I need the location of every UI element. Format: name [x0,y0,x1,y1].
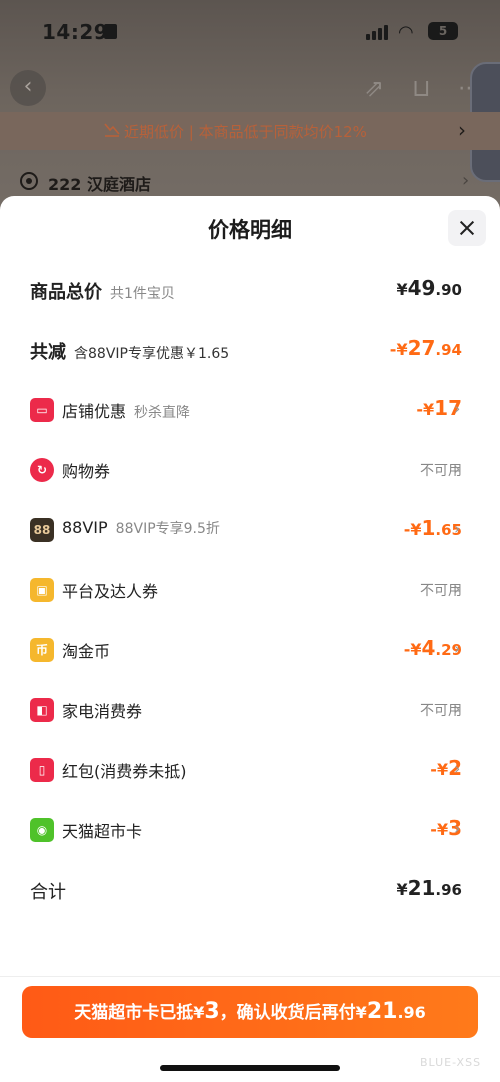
wifi-icon: ◠ [398,22,414,43]
location-pin-icon [20,172,38,190]
price-detail-sheet: 价格明细 商品总价 共1件宝贝 ¥49.90 共减 含88VIP专享优惠￥1.65 … [0,196,500,1082]
item-label: 88VIP 88VIP专享9.5折 [62,518,220,537]
summary-total-value: ¥49.90 [396,276,462,300]
pay-button[interactable]: 天猫超市卡已抵¥3，确认收货后再付¥21.96 [22,986,478,1038]
item-label: 店铺优惠 秒杀直降 [62,402,191,421]
tmall-card-icon: ◉ [30,818,54,842]
address-text: 222 汉庭酒店 [48,175,151,194]
signal-icon [366,24,390,40]
item-label: 红包(消费券未抵) [62,762,187,781]
item-row-coupon[interactable]: ↻ 购物券 不可用 › [0,444,500,494]
chevron-right-icon: › [454,399,461,418]
watermark: BLUE-XSS [420,1056,482,1069]
item-row-tmall-card[interactable]: ◉ 天猫超市卡 -¥3 › [0,804,500,854]
bottom-divider [0,976,500,977]
chevron-right-icon: › [454,639,461,658]
item-label: 淘金币 [62,642,111,661]
item-row-88vip[interactable]: 88 88VIP 88VIP专享9.5折 -¥1.65 › [0,504,500,554]
red-packet-icon: ▯ [30,758,54,782]
summary-discount-sub: 含88VIP专享优惠￥1.65 [74,346,230,362]
item-row-taojinbi[interactable]: 币 淘金币 -¥4.29 › [0,624,500,674]
vip88-icon: 88 [30,518,54,542]
summary-discount-label: 共减 含88VIP专享优惠￥1.65 [30,342,230,363]
item-label: 家电消费券 [62,702,143,721]
orientation-lock-icon [104,24,117,39]
item-label: 购物券 [62,462,111,481]
summary-total-sub: 共1件宝贝 [110,286,175,302]
summary-total-label: 商品总价 共1件宝贝 [30,282,175,303]
chevron-right-icon: › [454,699,461,718]
gift-icon: ▣ [30,578,54,602]
address-row[interactable]: 222 汉庭酒店 › [0,160,500,200]
summary-discount-row: 共减 含88VIP专享优惠￥1.65 -¥27.94 [0,324,500,374]
item-label: 天猫超市卡 [62,822,143,841]
price-banner[interactable]: 近期低价 | 本商品低于同款均价12% › [0,112,500,150]
home-indicator[interactable] [160,1065,340,1071]
summary-total-row: 商品总价 共1件宝贝 ¥49.90 [0,264,500,314]
item-row-platform-coupon[interactable]: ▣ 平台及达人券 不可用 › [0,564,500,614]
store-icon: ▭ [30,398,54,422]
trend-down-icon [104,123,120,137]
status-bar: 14:29 ◠ 5 [0,0,500,64]
chevron-right-icon: › [458,118,466,142]
item-row-red-packet[interactable]: ▯ 红包(消费券未抵) -¥2 › [0,744,500,794]
battery-icon: 5 [428,22,458,40]
chevron-right-icon: › [454,579,461,598]
cart-icon[interactable]: ⊔ [412,74,431,102]
chevron-right-icon: › [454,459,461,478]
summary-discount-value: -¥27.94 [389,336,462,360]
item-row-appliance-coupon[interactable]: ◧ 家电消费券 不可用 › [0,684,500,734]
item-label: 平台及达人券 [62,582,159,601]
chevron-right-icon: › [462,170,470,191]
close-button[interactable] [448,210,486,246]
grand-total-value: ¥21.96 [396,876,462,900]
grand-total-label: 合计 [30,882,66,903]
item-row-store[interactable]: ▭ 店铺优惠 秒杀直降 -¥17 › [0,384,500,434]
coin-icon: 币 [30,638,54,662]
status-time: 14:29 [42,20,109,44]
chevron-right-icon: › [454,759,461,778]
back-button[interactable]: ‹ [10,70,46,106]
grand-total-row: 合计 ¥21.96 [0,864,500,914]
share-icon[interactable]: ⇗ [364,74,384,102]
chevron-right-icon: › [454,519,461,538]
appliance-coupon-icon: ◧ [30,698,54,722]
chevron-right-icon: › [454,819,461,838]
sheet-title: 价格明细 [208,218,292,242]
coupon-icon: ↻ [30,458,54,482]
price-banner-text: 近期低价 | 本商品低于同款均价12% [124,123,367,141]
